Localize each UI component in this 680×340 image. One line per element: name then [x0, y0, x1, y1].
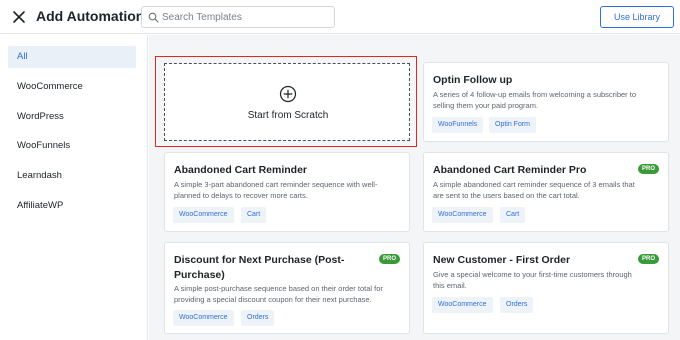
tag-orders[interactable]: Orders [500, 297, 534, 313]
template-card-abandoned-cart-reminder[interactable]: Abandoned Cart Reminder A simple 3-part … [164, 152, 410, 232]
card-title: Discount for Next Purchase (Post- Purcha… [174, 254, 345, 281]
template-card-discount-next-purchase[interactable]: Discount for Next Purchase (Post- Purcha… [164, 242, 410, 334]
search-icon [148, 12, 159, 23]
sidebar-item-wordpress[interactable]: WordPress [8, 106, 136, 128]
card-description: A series of 4 follow-up emails from welc… [433, 90, 636, 110]
top-bar: Add Automation Use Library [0, 0, 680, 34]
search-box[interactable] [141, 6, 335, 28]
card-title: Optin Follow up [433, 74, 513, 86]
sidebar-item-learndash[interactable]: Learndash [8, 165, 136, 187]
start-from-scratch-card[interactable]: Start from Scratch [164, 63, 410, 141]
tag-woocommerce[interactable]: WooCommerce [432, 297, 493, 313]
card-description: A simple abandoned cart reminder sequenc… [433, 180, 635, 200]
search-input[interactable] [160, 7, 332, 27]
tag-cart[interactable]: Cart [241, 207, 267, 223]
close-icon [13, 11, 25, 23]
tag-cart[interactable]: Cart [500, 207, 526, 223]
sidebar-item-affiliatewp[interactable]: AffiliateWP [8, 195, 136, 217]
plus-circle-icon [279, 85, 297, 103]
card-title: Abandoned Cart Reminder [174, 164, 308, 176]
start-from-scratch-label: Start from Scratch [247, 110, 329, 121]
close-button[interactable] [10, 8, 28, 26]
template-card-abandoned-cart-reminder-pro[interactable]: Abandoned Cart Reminder Pro PRO A simple… [423, 152, 669, 232]
tag-woofunnels[interactable]: WooFunnels [432, 117, 484, 133]
tag-optin-form[interactable]: Optin Form [489, 117, 537, 133]
template-card-new-customer-first-order[interactable]: New Customer - First Order PRO Give a sp… [423, 242, 669, 334]
sidebar-item-all[interactable]: All [8, 46, 136, 68]
pro-badge: PRO [638, 254, 659, 264]
card-description: A simple 3-part abandoned cart reminder … [174, 180, 378, 200]
page-title: Add Automation [36, 8, 145, 24]
card-title: Abandoned Cart Reminder Pro [433, 164, 587, 176]
sidebar-item-woocommerce[interactable]: WooCommerce [8, 76, 136, 98]
library-button[interactable]: Use Library [600, 6, 674, 28]
pro-badge: PRO [638, 164, 659, 174]
card-description: Give a special welcome to your first-tim… [433, 270, 632, 290]
tag-woocommerce[interactable]: WooCommerce [173, 310, 234, 326]
card-title: New Customer - First Order [433, 254, 571, 266]
card-description: A simple post-purchase sequence based on… [174, 284, 383, 304]
tag-orders[interactable]: Orders [241, 310, 275, 326]
category-sidebar: All WooCommerce WordPress WooFunnels Lea… [0, 35, 148, 340]
pro-badge: PRO [379, 254, 400, 264]
tag-woocommerce[interactable]: WooCommerce [432, 207, 493, 223]
tag-woocommerce[interactable]: WooCommerce [173, 207, 234, 223]
template-card-optin-follow-up[interactable]: Optin Follow up A series of 4 follow-up … [423, 62, 669, 142]
sidebar-item-woofunnels[interactable]: WooFunnels [8, 135, 136, 157]
